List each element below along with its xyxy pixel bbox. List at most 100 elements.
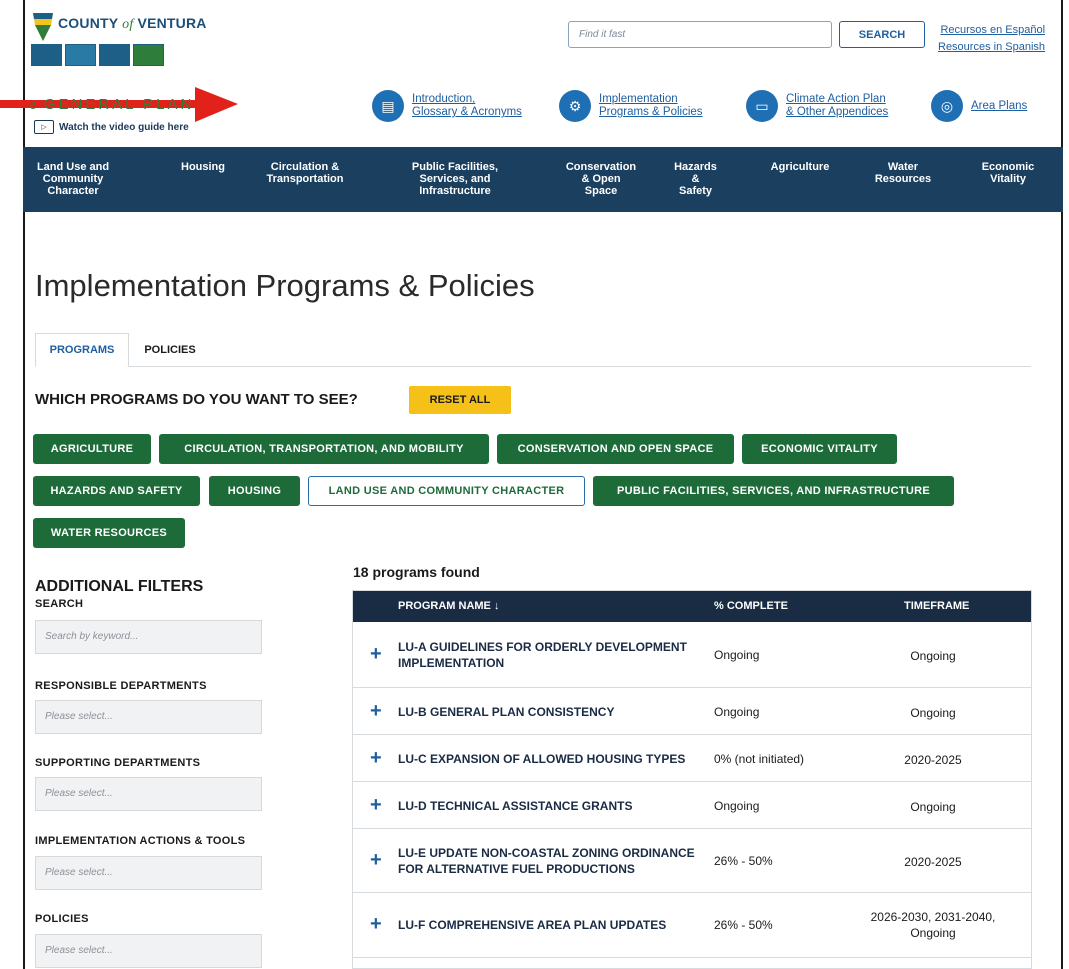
tab-bar: PROGRAMS POLICIES <box>35 333 1031 367</box>
nav-water[interactable]: Water Resources <box>868 161 938 185</box>
logo-tile <box>133 44 164 66</box>
nav-conservation[interactable]: Conservation & Open Space <box>561 161 641 197</box>
video-play-icon: ▷ <box>34 120 54 134</box>
quick-link-area-plans[interactable]: ◎ Area Plans <box>931 90 1027 122</box>
quick-link-label: Implementation Programs & Policies <box>599 93 703 118</box>
chip-economic-vitality[interactable]: ECONOMIC VITALITY <box>742 434 897 464</box>
nav-circulation[interactable]: Circulation & Transportation <box>255 161 355 185</box>
program-percent: Ongoing <box>714 648 760 662</box>
table-row[interactable]: + LU-D TECHNICAL ASSISTANCE GRANTS Ongoi… <box>353 782 1031 829</box>
resources-in-spanish-link[interactable]: Resources in Spanish <box>938 39 1045 56</box>
implementation-actions-select[interactable]: Please select... <box>35 856 262 890</box>
table-row[interactable]: + LU-A GUIDELINES FOR ORDERLY DEVELOPMEN… <box>353 622 1031 688</box>
nav-hazards[interactable]: Hazards & Safety <box>673 161 718 197</box>
expand-plus-icon[interactable]: + <box>370 747 382 770</box>
responsible-departments-label: RESPONSIBLE DEPARTMENTS <box>35 680 207 692</box>
chip-agriculture[interactable]: AGRICULTURE <box>33 434 151 464</box>
quick-link-label: Area Plans <box>971 99 1028 112</box>
nav-agriculture[interactable]: Agriculture <box>760 161 840 173</box>
implementation-actions-label: IMPLEMENTATION ACTIONS & TOOLS <box>35 835 246 847</box>
folder-icon: ▭ <box>746 90 778 122</box>
keyword-search-input[interactable]: Search by keyword... <box>35 620 262 654</box>
program-timeframe: Ongoing <box>910 706 956 720</box>
results-count: 18 programs found <box>353 564 480 580</box>
logo-tile <box>65 44 96 66</box>
video-guide-link[interactable]: ▷ Watch the video guide here <box>34 120 189 134</box>
which-programs-heading: WHICH PROGRAMS DO YOU WANT TO SEE? <box>35 391 358 408</box>
column-percent-complete[interactable]: % COMPLETE <box>714 600 788 612</box>
nav-housing[interactable]: Housing <box>173 161 233 173</box>
program-percent: Ongoing <box>714 705 760 719</box>
logo-tile <box>31 44 62 66</box>
table-row[interactable]: + LU-B GENERAL PLAN CONSISTENCY Ongoing … <box>353 688 1031 735</box>
language-links[interactable]: Recursos en Español Resources in Spanish <box>938 22 1045 56</box>
egeneral-plan-logo-text: e GENERAL PLAN <box>30 96 195 113</box>
site-search-input[interactable]: Find it fast <box>568 21 832 48</box>
program-timeframe: 2020-2025 <box>904 855 962 869</box>
nav-land-use[interactable]: Land Use and Community Character <box>33 161 113 197</box>
programs-table: PROGRAM NAME ↓ % COMPLETE TIMEFRAME + LU… <box>352 590 1032 969</box>
quick-link-implementation[interactable]: ⚙ Implementation Programs & Policies <box>559 90 703 122</box>
supporting-departments-select[interactable]: Please select... <box>35 777 262 811</box>
logo-illustration <box>31 44 164 66</box>
county-title[interactable]: COUNTY of VENTURA <box>58 15 207 33</box>
policies-filter-label: POLICIES <box>35 913 89 925</box>
expand-plus-icon[interactable]: + <box>370 794 382 817</box>
table-row[interactable]: + LU-E UPDATE NON-COASTAL ZONING ORDINAN… <box>353 829 1031 893</box>
map-pin-icon: ◎ <box>931 90 963 122</box>
program-name: LU-E UPDATE NON-COASTAL ZONING ORDINANCE… <box>398 846 695 876</box>
program-name: LU-C EXPANSION OF ALLOWED HOUSING TYPES <box>398 752 686 766</box>
responsible-departments-select[interactable]: Please select... <box>35 700 262 734</box>
expand-plus-icon[interactable]: + <box>370 643 382 666</box>
expand-plus-icon[interactable]: + <box>370 913 382 936</box>
gears-icon: ⚙ <box>559 90 591 122</box>
search-button[interactable]: SEARCH <box>839 21 925 48</box>
table-header: PROGRAM NAME ↓ % COMPLETE TIMEFRAME <box>353 591 1031 622</box>
main-nav: Land Use and Community Character Housing C… <box>23 147 1063 212</box>
program-timeframe: 2026-2030, 2031-2040, Ongoing <box>870 910 996 940</box>
supporting-departments-label: SUPPORTING DEPARTMENTS <box>35 757 201 769</box>
column-program-name[interactable]: PROGRAM NAME ↓ <box>398 600 499 612</box>
program-name: LU-F COMPREHENSIVE AREA PLAN UPDATES <box>398 918 667 932</box>
chip-land-use-selected[interactable]: LAND USE AND COMMUNITY CHARACTER <box>308 476 585 506</box>
program-timeframe: Ongoing <box>910 649 956 663</box>
additional-filters-title: ADDITIONAL FILTERS <box>35 578 204 595</box>
book-icon: ▤ <box>372 90 404 122</box>
nav-economic[interactable]: Economic Vitality <box>973 161 1043 185</box>
tab-programs[interactable]: PROGRAMS <box>35 333 129 367</box>
search-filter-label: SEARCH <box>35 598 84 610</box>
table-row[interactable]: + LU-F COMPREHENSIVE AREA PLAN UPDATES 2… <box>353 893 1031 958</box>
expand-plus-icon[interactable]: + <box>370 849 382 872</box>
chip-housing[interactable]: HOUSING <box>209 476 300 506</box>
quick-link-label: Introduction, Glossary & Acronyms <box>412 93 522 118</box>
chip-water-resources[interactable]: WATER RESOURCES <box>33 518 185 548</box>
program-name: LU-A GUIDELINES FOR ORDERLY DEVELOPMENT I… <box>398 640 687 670</box>
expand-plus-icon[interactable]: + <box>370 700 382 723</box>
logo-tile <box>99 44 130 66</box>
program-percent: Ongoing <box>714 799 760 813</box>
table-row[interactable]: + LU-C EXPANSION OF ALLOWED HOUSING TYPE… <box>353 735 1031 782</box>
program-percent: 26% - 50% <box>714 854 773 868</box>
video-guide-label: Watch the video guide here <box>59 121 189 133</box>
program-name: LU-D TECHNICAL ASSISTANCE GRANTS <box>398 799 633 813</box>
page-title: Implementation Programs & Policies <box>35 268 535 303</box>
county-seal-logo <box>33 13 53 41</box>
program-timeframe: 2020-2025 <box>904 753 962 767</box>
spanish-resources-link[interactable]: Recursos en Español <box>938 22 1045 39</box>
column-timeframe[interactable]: TIMEFRAME <box>904 600 969 612</box>
program-percent: 26% - 50% <box>714 918 773 932</box>
chip-public-facilities[interactable]: PUBLIC FACILITIES, SERVICES, AND INFRAST… <box>593 476 954 506</box>
chip-hazards[interactable]: HAZARDS AND SAFETY <box>33 476 200 506</box>
tab-policies[interactable]: POLICIES <box>135 333 205 367</box>
program-timeframe: Ongoing <box>910 800 956 814</box>
chip-circulation[interactable]: CIRCULATION, TRANSPORTATION, AND MOBILIT… <box>159 434 489 464</box>
quick-link-label: Climate Action Plan & Other Appendices <box>786 93 889 118</box>
reset-all-button[interactable]: RESET ALL <box>409 386 511 414</box>
program-name: LU-B GENERAL PLAN CONSISTENCY <box>398 705 615 719</box>
policies-select[interactable]: Please select... <box>35 934 262 968</box>
nav-public-facilities[interactable]: Public Facilities, Services, and Infrastru… <box>400 161 510 197</box>
quick-link-climate-action[interactable]: ▭ Climate Action Plan & Other Appendices <box>746 90 888 122</box>
chip-conservation[interactable]: CONSERVATION AND OPEN SPACE <box>497 434 734 464</box>
program-percent: 0% (not initiated) <box>714 752 805 766</box>
quick-link-introduction[interactable]: ▤ Introduction, Glossary & Acronyms <box>372 90 522 122</box>
